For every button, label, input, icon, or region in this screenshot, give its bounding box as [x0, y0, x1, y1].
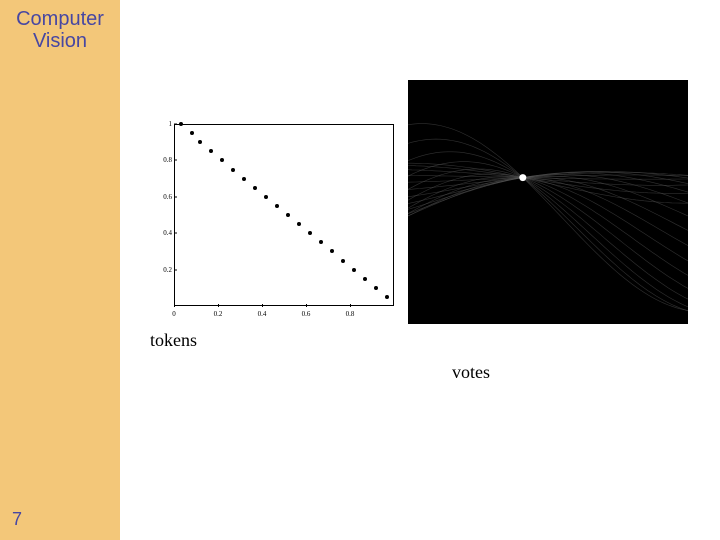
sidebar: Computer Vision 7 — [0, 0, 120, 540]
page-number: 7 — [12, 509, 22, 530]
ytick-mark — [174, 233, 177, 234]
ytick-label: 0.6 — [150, 193, 172, 201]
token-point — [179, 122, 183, 126]
votes-svg — [408, 80, 688, 324]
ytick-label: 0.2 — [150, 266, 172, 274]
token-point — [220, 158, 224, 162]
token-point — [198, 140, 202, 144]
token-point — [209, 149, 213, 153]
token-point — [363, 277, 367, 281]
vote-curve — [408, 174, 688, 276]
slide: Computer Vision 7 0.20.40.60.8100.20.40.… — [0, 0, 720, 540]
token-point — [286, 213, 290, 217]
xtick-mark — [350, 304, 351, 307]
xtick-label: 0.6 — [302, 310, 311, 318]
token-point — [275, 204, 279, 208]
vote-curve — [408, 139, 688, 311]
ytick-mark — [174, 196, 177, 197]
xtick-mark — [262, 304, 263, 307]
token-point — [341, 259, 345, 263]
token-point — [264, 195, 268, 199]
tokens-axes — [174, 124, 394, 306]
ytick-mark — [174, 124, 177, 125]
sidebar-title-line2: Vision — [33, 30, 87, 52]
token-point — [231, 168, 235, 172]
ytick-label: 1 — [150, 120, 172, 128]
token-point — [330, 249, 334, 253]
xtick-mark — [306, 304, 307, 307]
vote-curve — [408, 169, 688, 288]
token-point — [308, 231, 312, 235]
ytick-label: 0.8 — [150, 156, 172, 164]
token-point — [374, 286, 378, 290]
vote-curve — [408, 162, 688, 299]
token-point — [352, 268, 356, 272]
sidebar-title-line1: Computer — [16, 8, 104, 30]
token-point — [190, 131, 194, 135]
votes-peak — [519, 174, 526, 181]
xtick-label: 0.2 — [214, 310, 223, 318]
ytick-mark — [174, 269, 177, 270]
xtick-label: 0.8 — [346, 310, 355, 318]
token-point — [385, 295, 389, 299]
token-point — [242, 177, 246, 181]
xtick-label: 0.4 — [258, 310, 267, 318]
ytick-mark — [174, 160, 177, 161]
ytick-label: 0.4 — [150, 229, 172, 237]
votes-label: votes — [452, 362, 490, 383]
token-point — [253, 186, 257, 190]
tokens-label: tokens — [150, 330, 197, 351]
sidebar-title: Computer Vision — [0, 8, 120, 52]
tokens-chart: 0.2 0.4 0.6 0.8 1 0 0.2 0.4 0.6 0.8 — [150, 120, 400, 320]
votes-panel — [408, 80, 688, 324]
xtick-mark — [218, 304, 219, 307]
token-point — [297, 222, 301, 226]
token-point — [319, 240, 323, 244]
xtick-label: 0 — [172, 310, 176, 318]
xtick-mark — [174, 304, 175, 307]
